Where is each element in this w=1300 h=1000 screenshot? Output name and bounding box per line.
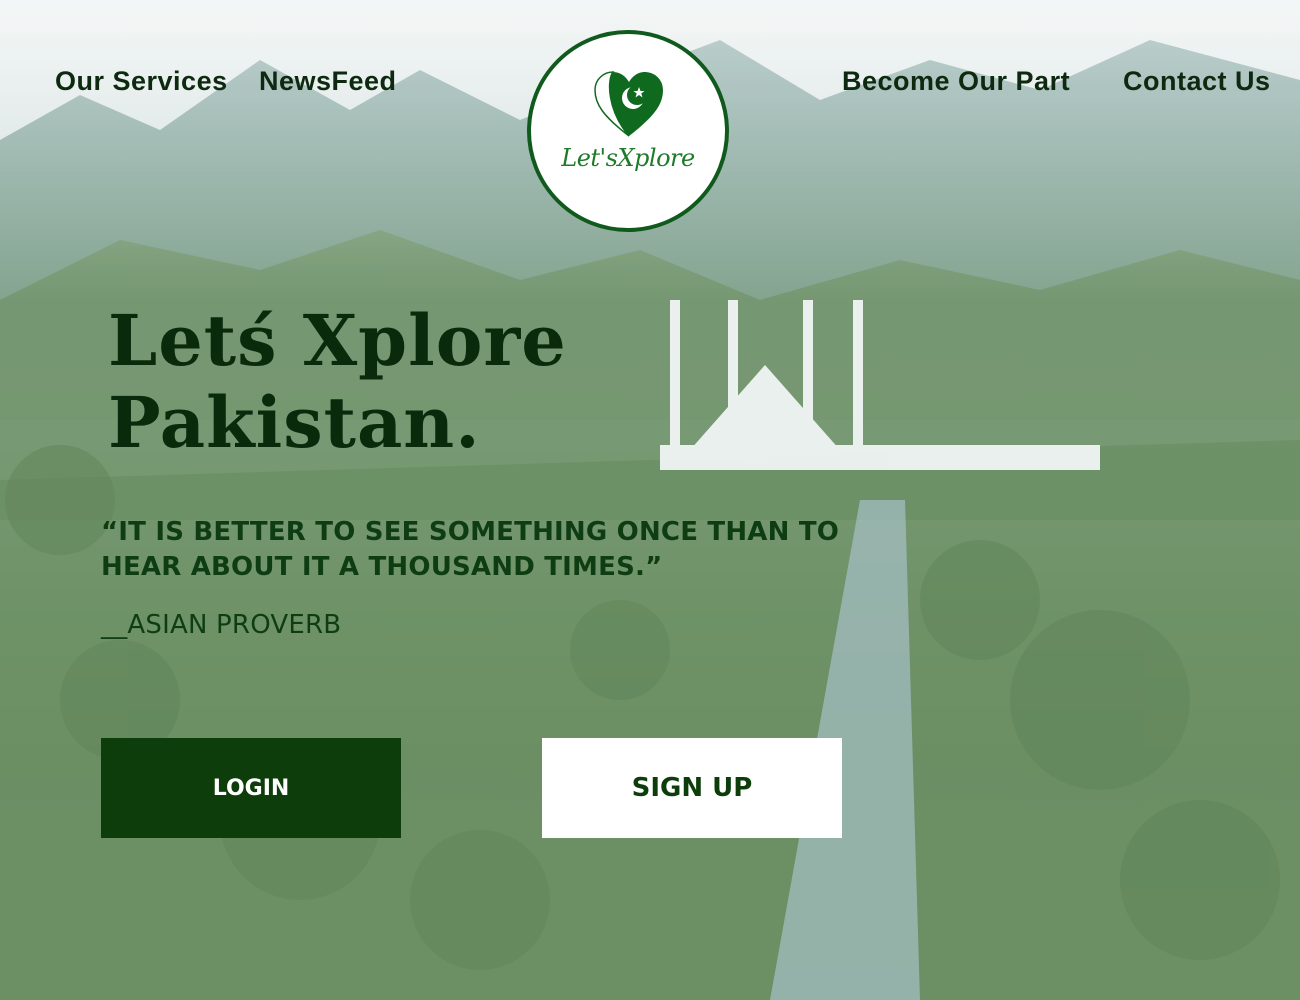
nav-newsfeed[interactable]: NewsFeed <box>259 66 397 97</box>
nav-become-our-part[interactable]: Become Our Part <box>842 66 1070 97</box>
proverb-quote: “IT IS BETTER TO SEE SOMETHING ONCE THAN… <box>101 517 840 582</box>
hero-title: Letś Xplore Pakistan. <box>108 300 567 464</box>
site-logo[interactable]: Let'sXplore <box>527 30 729 232</box>
nav-our-services[interactable]: Our Services <box>55 66 228 97</box>
hero-title-line-1: Letś Xplore <box>108 299 567 382</box>
hero-title-line-2: Pakistan. <box>108 381 481 464</box>
login-button[interactable]: LOGIN <box>101 738 401 838</box>
nav-contact-us[interactable]: Contact Us <box>1123 66 1271 97</box>
logo-text: Let'sXplore <box>561 144 695 172</box>
pakistan-heart-icon <box>594 71 663 137</box>
signup-button[interactable]: SIGN UP <box>542 738 842 838</box>
proverb-attribution: __ASIAN PROVERB <box>101 610 342 640</box>
